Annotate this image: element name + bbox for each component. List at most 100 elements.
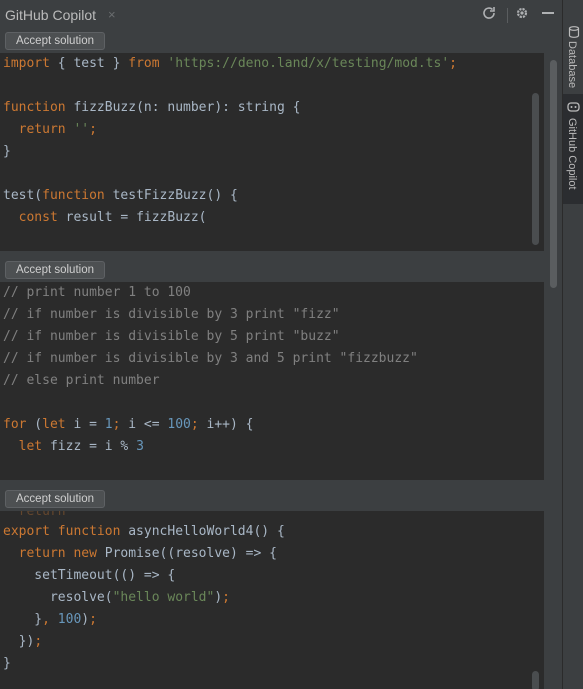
code-token: testFizzBuzz() { — [104, 188, 238, 203]
code-line: export function asyncHelloWorld4() { — [3, 521, 285, 543]
code-token: '' — [73, 122, 90, 137]
code-token: // else print number — [3, 373, 160, 388]
code-token: return — [18, 122, 66, 137]
code-line: const result = fizzBuzz( — [3, 207, 207, 229]
database-icon — [567, 26, 580, 39]
code-line: return new Promise((resolve) => { — [3, 543, 277, 565]
code-token: let — [18, 439, 43, 454]
code-line: setTimeout(() => { — [3, 565, 175, 587]
code-line: // if number is divisible by 3 and 5 pri… — [3, 348, 418, 370]
code-line: for (let i = 1; i <= 100; i++) { — [3, 414, 254, 436]
code-token: ( — [26, 417, 43, 432]
code-token: { test } — [49, 56, 129, 71]
code-token: const — [18, 210, 58, 225]
code-token: function — [3, 100, 66, 115]
code-token: // if number is divisible by 3 print "fi… — [3, 307, 340, 322]
minimize-icon[interactable] — [538, 5, 558, 25]
code-scrollbar[interactable] — [532, 93, 539, 245]
copilot-icon — [567, 100, 580, 113]
code-line: test(function testFizzBuzz() { — [3, 185, 238, 207]
code-token: 'https://deno.land/x/testing/mod.ts' — [167, 56, 450, 71]
code-line: return ''; — [3, 119, 97, 141]
right-tool-strip: Database GitHub Copilot — [562, 0, 583, 689]
code-line: } — [3, 653, 11, 675]
code-token: export function — [3, 524, 121, 539]
code-token: } — [3, 656, 11, 671]
code-token: fizzBuzz(n: number): string { — [65, 100, 301, 115]
code-token: i = — [65, 417, 105, 432]
code-line: import { test } from 'https://deno.land/… — [3, 53, 457, 75]
code-token: test( — [3, 188, 43, 203]
code-line: } — [3, 141, 11, 163]
code-line: // if number is divisible by 5 print "bu… — [3, 326, 340, 348]
code-token: 3 — [136, 439, 144, 454]
code-token: function — [42, 188, 105, 203]
code-token: asyncHelloWorld4() { — [120, 524, 285, 539]
accept-solution-button[interactable]: Accept solution — [5, 261, 105, 279]
sidebar-tab-label: GitHub Copilot — [566, 118, 578, 190]
code-token: for — [3, 417, 27, 432]
code-line: let fizz = i % 3 — [3, 436, 144, 458]
code-token: return new — [18, 546, 97, 561]
toolbar-divider — [507, 8, 508, 23]
accept-solution-button[interactable]: Accept solution — [5, 32, 105, 50]
code-token: } — [3, 612, 43, 627]
code-token: ; — [89, 612, 97, 627]
code-token: } — [3, 144, 11, 159]
refresh-icon[interactable] — [479, 5, 499, 25]
code-token: ; — [449, 56, 457, 71]
tool-window-header: GitHub Copilot × — [0, 0, 562, 31]
code-line: resolve("hello world"); — [3, 587, 230, 609]
panel-scrollbar[interactable] — [550, 60, 557, 288]
code-token: ; — [190, 417, 199, 432]
code-line: function fizzBuzz(n: number): string { — [3, 97, 300, 119]
code-token: 100 — [57, 612, 82, 627]
code-line: }); — [3, 631, 43, 653]
solution-code-block: // print number 1 to 100 // if number is … — [0, 282, 544, 480]
code-token: // print number 1 to 100 — [3, 285, 191, 300]
close-tab-icon[interactable]: × — [108, 7, 116, 22]
code-token: 100 — [167, 417, 191, 432]
code-token: from — [128, 56, 160, 71]
sidebar-tab-label: Database — [566, 41, 578, 89]
code-token: Promise((resolve) => { — [96, 546, 277, 561]
code-line: // else print number — [3, 370, 160, 392]
solution-code-block: import { test } from 'https://deno.land/… — [0, 53, 544, 251]
code-token: let — [42, 417, 66, 432]
code-token: // if number is divisible by 5 print "bu… — [3, 329, 340, 344]
code-scrollbar[interactable] — [532, 671, 539, 689]
code-token: , — [42, 612, 58, 627]
code-token: }) — [3, 634, 35, 649]
code-token: fizz = i % — [42, 439, 137, 454]
code-token: setTimeout(() => { — [3, 568, 176, 583]
code-line: // if number is divisible by 3 print "fi… — [3, 304, 340, 326]
code-token: result = fizzBuzz( — [57, 210, 207, 225]
code-token: ; — [34, 634, 43, 649]
gear-icon[interactable] — [512, 5, 532, 25]
code-token: "hello world" — [112, 590, 215, 605]
sidebar-tab-database[interactable]: Database — [563, 24, 583, 89]
code-token: i++) { — [198, 417, 254, 432]
solution-code-block: return export function asyncHelloWorld4()… — [0, 511, 544, 689]
sidebar-tab-github-copilot[interactable]: GitHub Copilot — [563, 94, 583, 204]
code-token: i <= — [120, 417, 168, 432]
code-token: ) — [81, 612, 90, 627]
code-token: ; — [222, 590, 230, 605]
code-line: }, 100); — [3, 609, 97, 631]
code-token: // if number is divisible by 3 and 5 pri… — [3, 351, 418, 366]
code-token: resolve( — [3, 590, 113, 605]
code-token: 1 — [104, 417, 113, 432]
code-token: ) — [214, 590, 223, 605]
tool-window-title: GitHub Copilot — [5, 7, 97, 23]
code-token: return — [3, 511, 66, 519]
code-token: ; — [89, 122, 97, 137]
code-line: // print number 1 to 100 — [3, 282, 191, 304]
accept-solution-button[interactable]: Accept solution — [5, 490, 105, 508]
